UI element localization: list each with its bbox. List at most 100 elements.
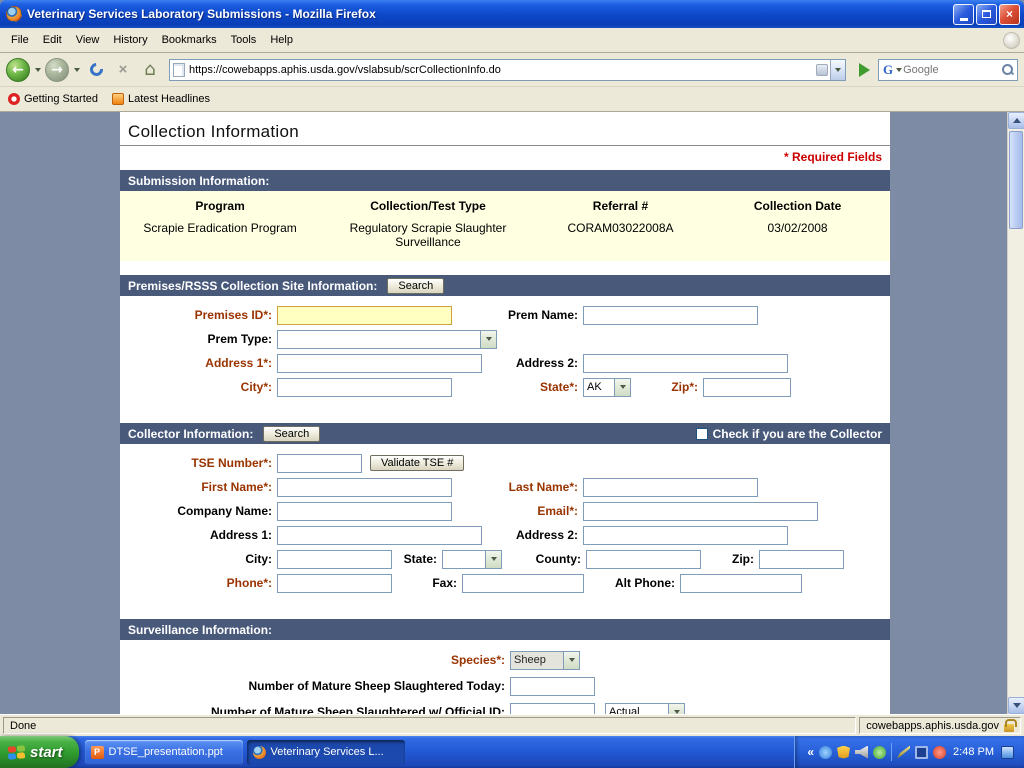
url-input[interactable] xyxy=(185,64,816,76)
page-icon xyxy=(173,63,185,77)
first-name-label: First Name*: xyxy=(120,480,277,494)
prem-type-select[interactable] xyxy=(277,330,497,349)
scrollbar-thumb[interactable] xyxy=(1009,131,1023,229)
premises-zip-label: Zip*: xyxy=(631,380,703,394)
taskbar-tasks: P DTSE_presentation.ppt Veterinary Servi… xyxy=(79,736,795,768)
menu-item-help[interactable]: Help xyxy=(263,31,300,49)
premises-state-value: AK xyxy=(584,379,614,396)
bookmark-getting-started[interactable]: Getting Started xyxy=(8,93,98,105)
task-button-powerpoint[interactable]: P DTSE_presentation.ppt xyxy=(85,740,243,765)
forward-dropdown-button[interactable] xyxy=(72,58,81,82)
minimize-button[interactable] xyxy=(953,4,974,25)
network-icon[interactable] xyxy=(915,746,928,759)
chevron-down-icon xyxy=(896,68,902,72)
species-label: Species*: xyxy=(120,653,510,667)
back-button[interactable]: ← xyxy=(6,58,30,82)
url-history-dropdown[interactable] xyxy=(830,60,845,80)
menu-item-edit[interactable]: Edit xyxy=(36,31,69,49)
browser-viewport: Collection Information * Required Fields… xyxy=(0,112,1024,714)
mature-official-id-label: Number of Mature Sheep Slaughtered w/ Of… xyxy=(120,705,510,714)
submission-collection-date: 03/02/2008 xyxy=(705,217,890,253)
page-content: Collection Information * Required Fields… xyxy=(120,112,890,714)
scroll-up-button[interactable] xyxy=(1008,112,1024,129)
menu-item-bookmarks[interactable]: Bookmarks xyxy=(155,31,224,49)
collector-address2-label: Address 2: xyxy=(482,528,583,542)
collector-city-input[interactable] xyxy=(277,550,392,569)
menu-item-history[interactable]: History xyxy=(106,31,154,49)
menu-item-file[interactable]: File xyxy=(4,31,36,49)
mature-today-input[interactable] xyxy=(510,677,595,696)
premises-city-input[interactable] xyxy=(277,378,452,397)
restore-button[interactable] xyxy=(976,4,997,25)
collector-zip-input[interactable] xyxy=(759,550,844,569)
pen-icon[interactable] xyxy=(897,746,910,759)
vertical-scrollbar[interactable] xyxy=(1007,112,1024,714)
is-collector-label[interactable]: Check if you are the Collector xyxy=(713,427,882,441)
collector-address2-input[interactable] xyxy=(583,526,788,545)
county-input[interactable] xyxy=(586,550,701,569)
taskbar: start P DTSE_presentation.ppt Veterinary… xyxy=(0,736,1024,768)
section-title: Premises/RSSS Collection Site Informatio… xyxy=(128,279,377,293)
bookmark-label: Latest Headlines xyxy=(128,93,210,105)
tray-chevron-icon[interactable]: « xyxy=(807,745,814,759)
fax-label: Fax: xyxy=(392,576,462,590)
chevron-down-icon xyxy=(74,68,80,72)
start-button[interactable]: start xyxy=(0,736,79,768)
validate-tse-button[interactable]: Validate TSE # xyxy=(370,455,464,471)
stop-button[interactable]: × xyxy=(111,58,135,82)
clock: 2:48 PM xyxy=(951,746,996,758)
collector-state-value xyxy=(443,551,485,568)
count-type-select[interactable]: Actual xyxy=(605,703,685,715)
premises-address1-input[interactable] xyxy=(277,354,482,373)
last-name-input[interactable] xyxy=(583,478,758,497)
prem-name-input[interactable] xyxy=(583,306,758,325)
close-button[interactable]: × xyxy=(999,4,1020,25)
first-name-input[interactable] xyxy=(277,478,452,497)
volume-icon[interactable] xyxy=(855,746,868,759)
antivirus-icon[interactable] xyxy=(837,746,850,759)
tse-number-input[interactable] xyxy=(277,454,362,473)
phone-input[interactable] xyxy=(277,574,392,593)
messenger-icon[interactable] xyxy=(819,746,832,759)
menu-item-view[interactable]: View xyxy=(69,31,107,49)
remove-hardware-icon[interactable] xyxy=(1001,746,1014,759)
fax-input[interactable] xyxy=(462,574,584,593)
tray-separator xyxy=(891,743,892,761)
search-engine-icon[interactable]: G xyxy=(882,62,894,78)
window-title: Veterinary Services Laboratory Submissio… xyxy=(27,7,953,21)
back-dropdown-button[interactable] xyxy=(33,58,42,82)
status-text-panel: Done xyxy=(3,717,856,734)
premises-id-input[interactable] xyxy=(277,306,452,325)
premises-search-button[interactable]: Search xyxy=(387,278,444,294)
surveillance-form: Species*: Sheep Number of Mature Sheep S… xyxy=(120,640,890,714)
go-button[interactable] xyxy=(853,58,875,82)
reload-button[interactable] xyxy=(84,58,108,82)
collector-state-select[interactable] xyxy=(442,550,502,569)
task-button-firefox[interactable]: Veterinary Services L... xyxy=(247,740,405,765)
premises-state-select[interactable]: AK xyxy=(583,378,631,397)
collector-search-button[interactable]: Search xyxy=(263,426,320,442)
forward-button[interactable]: → xyxy=(45,58,69,82)
alert-icon[interactable] xyxy=(933,746,946,759)
phone-label: Phone*: xyxy=(120,576,277,590)
species-select[interactable]: Sheep xyxy=(510,651,580,670)
alt-phone-input[interactable] xyxy=(680,574,802,593)
home-button[interactable]: ⌂ xyxy=(138,58,162,82)
surveillance-section-header: Surveillance Information: xyxy=(120,619,890,640)
scroll-down-button[interactable] xyxy=(1008,697,1024,714)
feed-icon[interactable] xyxy=(816,64,828,76)
is-collector-checkbox[interactable] xyxy=(696,428,708,440)
mature-official-id-input[interactable] xyxy=(510,703,595,715)
collector-address1-input[interactable] xyxy=(277,526,482,545)
premises-zip-input[interactable] xyxy=(703,378,791,397)
bookmark-latest-headlines[interactable]: Latest Headlines xyxy=(112,93,210,105)
search-engine-dropdown[interactable] xyxy=(894,58,903,82)
menu-item-tools[interactable]: Tools xyxy=(224,31,264,49)
update-icon[interactable] xyxy=(873,746,886,759)
premises-address2-input[interactable] xyxy=(583,354,788,373)
premises-state-label: State*: xyxy=(452,380,583,394)
company-name-input[interactable] xyxy=(277,502,452,521)
search-icon[interactable] xyxy=(1001,63,1014,76)
email-input[interactable] xyxy=(583,502,818,521)
search-input[interactable] xyxy=(903,64,1001,76)
